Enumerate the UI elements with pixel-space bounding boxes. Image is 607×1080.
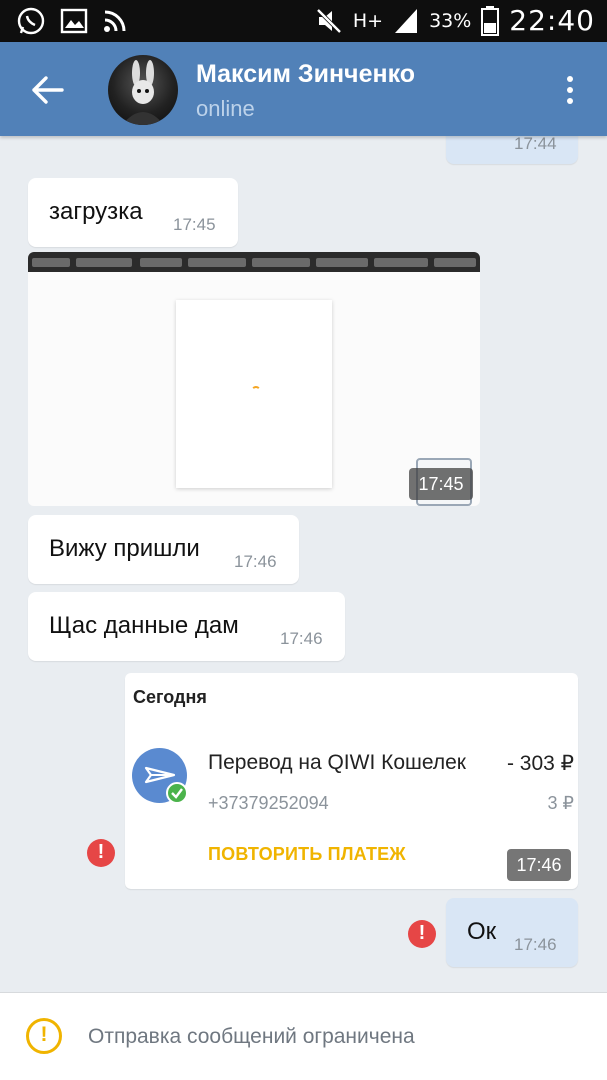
tab-shape xyxy=(252,258,310,267)
message-bubble-incoming[interactable]: Вижу пришли 17:46 xyxy=(28,515,299,584)
message-time: 17:45 xyxy=(409,468,473,500)
payment-date-header: Сегодня xyxy=(133,687,207,707)
tab-shape xyxy=(434,258,476,267)
error-icon[interactable] xyxy=(87,839,115,867)
tab-shape xyxy=(140,258,182,267)
battery-percent: 33% xyxy=(429,9,472,32)
repeat-payment-button[interactable]: ПОВТОРИТЬ ПЛАТЕЖ xyxy=(208,844,406,865)
back-arrow-icon[interactable] xyxy=(30,72,66,108)
network-type: H+ xyxy=(352,9,384,32)
message-bubble-outgoing[interactable]: Ок 17:46 xyxy=(446,898,578,967)
success-check-icon xyxy=(166,782,188,804)
browser-tabs-bar xyxy=(28,252,480,272)
status-bar: H+ 33% 22:40 xyxy=(0,0,607,42)
messaging-restricted-bar: Отправка сообщений ограничена xyxy=(0,992,607,1080)
message-time: 17:46 xyxy=(514,935,557,954)
message-text: Ок xyxy=(467,918,497,945)
payment-amount: - 303 ₽ xyxy=(506,752,574,775)
payment-card[interactable]: Сегодня Перевод на QIWI Кошелек - 303 ₽ … xyxy=(125,673,578,889)
rss-icon xyxy=(104,10,126,32)
loading-spinner-icon xyxy=(251,386,261,396)
message-bubble-incoming[interactable]: загрузка 17:45 xyxy=(28,178,238,247)
message-text: загрузка xyxy=(49,198,143,225)
whatsapp-icon xyxy=(17,7,45,35)
message-time: 17:45 xyxy=(173,215,216,234)
tab-shape xyxy=(316,258,368,267)
payment-fee: 3 ₽ xyxy=(547,793,574,813)
message-text: Вижу пришли xyxy=(49,535,200,562)
error-icon[interactable] xyxy=(408,920,436,948)
more-options-icon[interactable] xyxy=(563,74,577,106)
mute-icon xyxy=(316,8,342,33)
image-message[interactable]: 17:45 xyxy=(28,252,480,506)
contact-name[interactable]: Максим Зинченко xyxy=(196,60,415,89)
tab-shape xyxy=(374,258,428,267)
restriction-notice: Отправка сообщений ограничена xyxy=(88,1025,415,1048)
clock: 22:40 xyxy=(509,4,595,37)
message-time: 17:46 xyxy=(234,552,277,571)
signal-icon xyxy=(395,8,418,33)
gallery-icon xyxy=(60,8,88,34)
battery-icon xyxy=(481,5,500,36)
tab-shape xyxy=(76,258,132,267)
tab-shape xyxy=(188,258,246,267)
contact-status: online xyxy=(196,96,255,121)
check-icon xyxy=(171,788,183,799)
tab-shape xyxy=(32,258,70,267)
payment-title: Перевод на QIWI Кошелек xyxy=(208,751,466,774)
rabbit-avatar-icon xyxy=(122,60,164,125)
message-bubble-incoming[interactable]: Щас данные дам 17:46 xyxy=(28,592,345,661)
message-text: Щас данные дам xyxy=(49,612,239,639)
chat-header: Максим Зинченко online xyxy=(0,42,607,136)
message-time: 17:44 xyxy=(514,134,557,153)
avatar[interactable] xyxy=(108,55,178,125)
message-time: 17:46 xyxy=(507,849,571,881)
message-time: 17:46 xyxy=(280,629,323,648)
warning-icon xyxy=(26,1018,62,1054)
payment-recipient: +37379252094 xyxy=(208,793,329,813)
